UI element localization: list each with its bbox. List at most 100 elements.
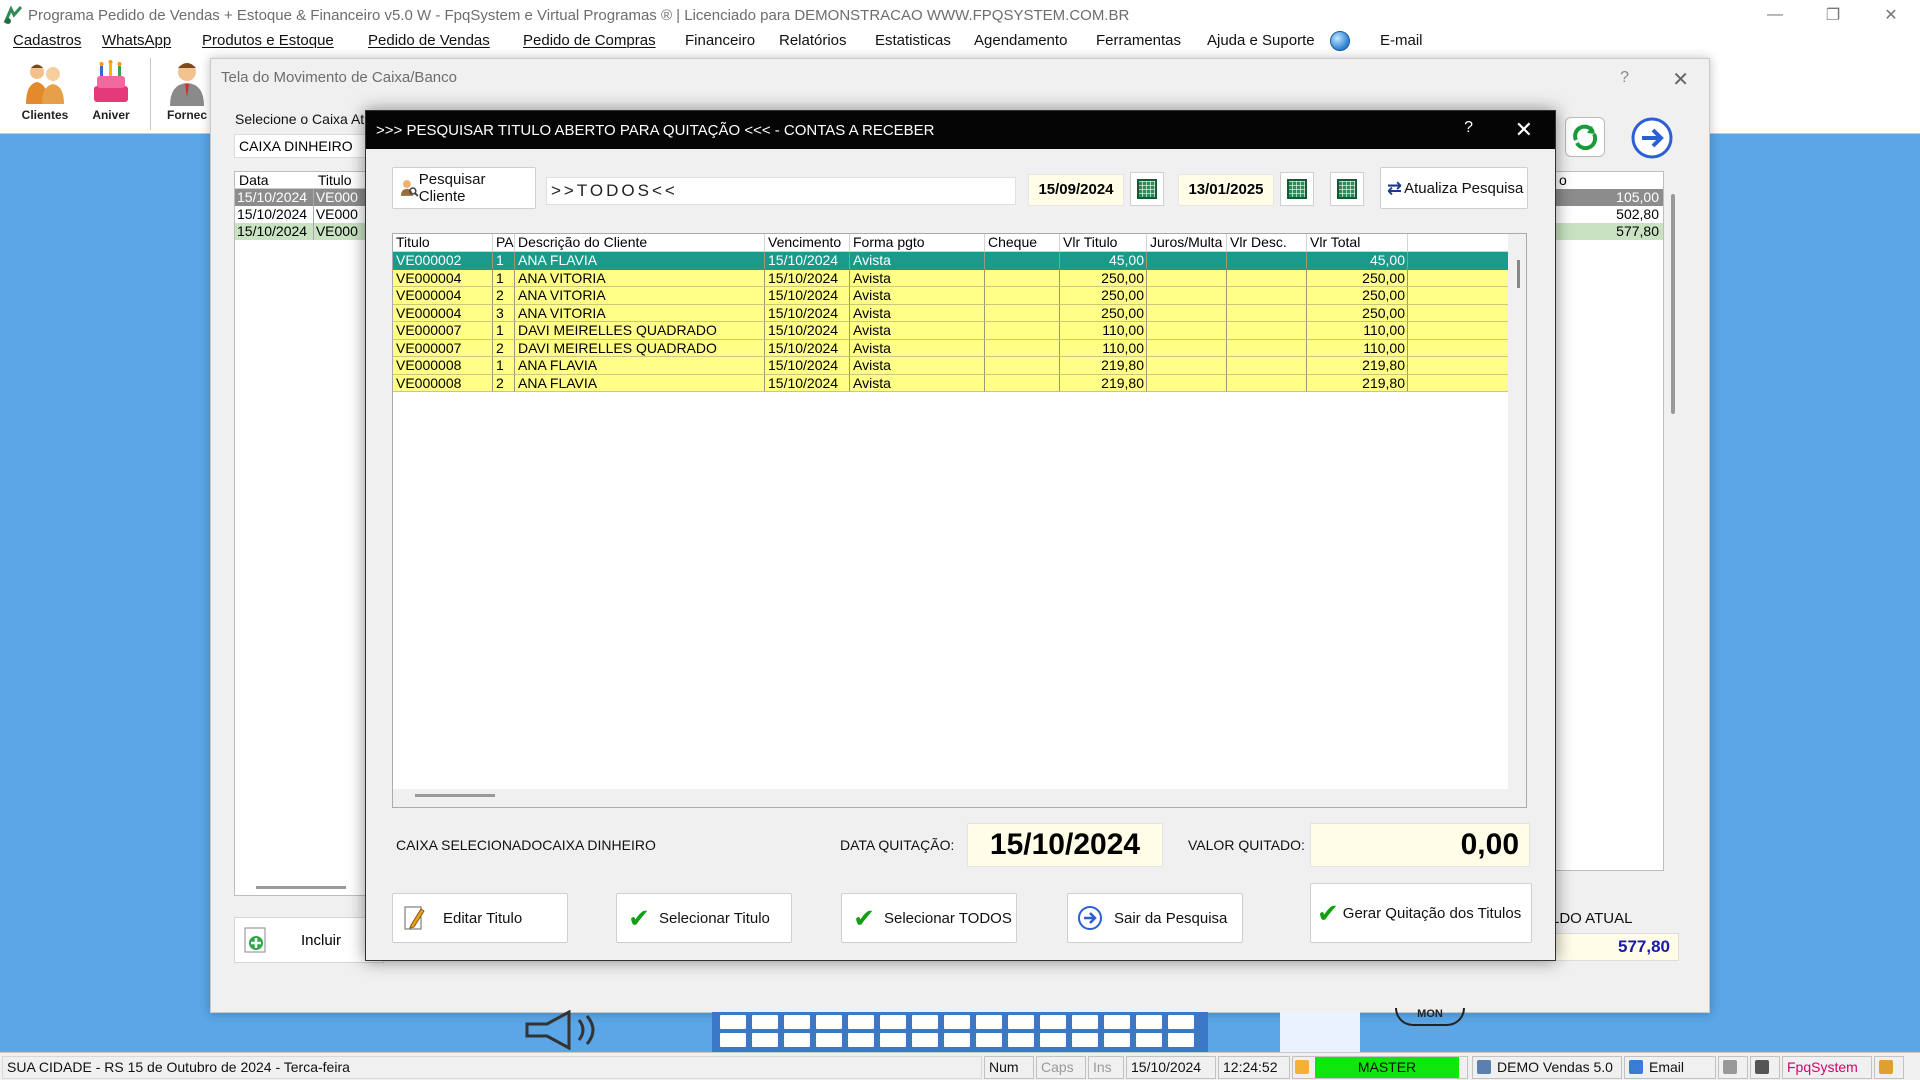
grid-vscrollbar[interactable] [1517,260,1520,288]
atualiza-pesquisa-button[interactable]: ⇄ Atualiza Pesquisa [1380,167,1528,209]
toolbar-fornec-button[interactable]: Fornec [156,58,218,130]
cell-desc [1227,287,1307,305]
table-row[interactable]: VE000007 2 DAVI MEIRELLES QUADRADO 15/10/20… [393,339,1508,357]
exit-arrow-icon [1076,904,1104,932]
table-row[interactable]: VE000002 1 ANA FLAVIA 15/10/2024 Avista 45,00… [393,252,1508,270]
caixa-row[interactable]: 15/10/2024 VE000 [235,223,373,240]
cliente-filter-field[interactable]: >>TODOS<< [546,177,1016,205]
status-email[interactable]: Email [1624,1056,1716,1079]
col-titulo[interactable]: Titulo [393,234,493,251]
caixa-hscrollbar[interactable] [256,886,346,889]
cell-filler [1408,269,1508,287]
cell-total: 219,80 [1307,374,1408,392]
toolbar-aniver-label: Aniver [92,108,130,122]
pesquisar-cliente-button[interactable]: Pesquisar Cliente [392,167,536,209]
menu-ajuda-suporte[interactable]: Ajuda e Suporte [1207,32,1315,49]
menu-pedido-compras[interactable]: Pedido de Compras [523,32,656,49]
cell-total: 45,00 [1307,252,1408,270]
menu-relatorios[interactable]: Relatórios [779,32,847,49]
caixa-row[interactable]: 15/10/2024 VE000 [235,206,373,223]
status-extra-button[interactable] [1874,1056,1904,1079]
menu-pedido-vendas[interactable]: Pedido de Vendas [368,32,490,49]
menu-ferramentas[interactable]: Ferramentas [1096,32,1181,49]
cell-vlr: 250,00 [1060,287,1147,305]
restore-button[interactable]: ❐ [1804,0,1862,30]
data-quitacao-field[interactable]: 15/10/2024 [967,823,1163,867]
caixa-vscrollbar[interactable] [1671,194,1675,414]
caixa-grid[interactable]: Data Titulo 15/10/2024 VE000 15/10/2024 … [234,171,374,896]
cell-total: 110,00 [1307,322,1408,340]
caixa-grid-values[interactable]: o 105,00 502,80 577,80 [1554,171,1664,871]
minimize-button[interactable]: — [1746,0,1804,30]
date-to-calendar-button[interactable] [1280,172,1314,206]
cell-cliente: ANA FLAVIA [515,374,765,392]
globe-icon[interactable] [1330,31,1350,51]
selecionar-titulo-button[interactable]: ✔ Selecionar Titulo [616,893,792,943]
col-juros-multa[interactable]: Juros/Multa [1147,234,1227,251]
caixa-values-header: o [1559,172,1567,188]
cell-venc: 15/10/2024 [765,304,850,322]
col-pa[interactable]: PA [493,234,515,251]
grid-vscroll-track[interactable] [1508,234,1526,807]
col-vlr-desc[interactable]: Vlr Desc. [1227,234,1307,251]
date-from-field[interactable]: 15/09/2024 [1028,174,1124,206]
caixa-close-button[interactable]: ✕ [1672,67,1689,92]
cell-juros [1147,374,1227,392]
col-vencimento[interactable]: Vencimento [765,234,850,251]
caixa-help-button[interactable]: ? [1620,69,1629,87]
close-app-button[interactable]: ✕ [1862,0,1920,30]
table-row[interactable]: VE000004 2 ANA VITORIA 15/10/2024 Avista 250,… [393,287,1508,305]
sair-pesquisa-button[interactable]: Sair da Pesquisa [1067,893,1243,943]
caixa-col-data: Data [239,172,269,188]
menu-financeiro[interactable]: Financeiro [685,32,755,49]
cell-cheque [985,374,1060,392]
valor-quitado-field[interactable]: 0,00 [1310,823,1530,867]
cell-cheque [985,322,1060,340]
status-caps: Caps [1036,1056,1086,1079]
dialog-close-button[interactable]: ✕ [1515,117,1533,143]
col-cliente[interactable]: Descrição do Cliente [515,234,765,251]
dialog-help-button[interactable]: ? [1464,119,1473,137]
titulos-grid[interactable]: Titulo PA Descrição do Cliente Venciment… [392,233,1527,808]
cell-filler [1408,339,1508,357]
date-from-calendar-button[interactable] [1130,172,1164,206]
col-vlr-titulo[interactable]: Vlr Titulo [1060,234,1147,251]
table-row[interactable]: VE000004 3 ANA VITORIA 15/10/2024 Avista 250,… [393,304,1508,322]
table-row[interactable]: VE000007 1 DAVI MEIRELLES QUADRADO 15/10/20… [393,322,1508,340]
gerar-quitacao-button[interactable]: ✔ Gerar Quitação dos Titulos [1310,883,1532,943]
menu-agendamento[interactable]: Agendamento [974,32,1067,49]
menu-cadastros[interactable]: Cadastros [13,32,81,49]
status-monitor-button[interactable] [1750,1056,1780,1079]
menu-whatsapp[interactable]: WhatsApp [102,32,171,49]
status-version: DEMO Vendas 5.0 [1472,1056,1622,1079]
toolbar-clientes-button[interactable]: Clientes [14,58,76,130]
menu-estatisticas[interactable]: Estatisticas [875,32,951,49]
col-vlr-total[interactable]: Vlr Total [1307,234,1408,251]
menu-produtos-estoque[interactable]: Produtos e Estoque [202,32,334,49]
calendar-extra-button[interactable] [1330,172,1364,206]
grid-hscroll-track[interactable] [393,789,1526,807]
incluir-button[interactable]: Incluir [234,917,384,963]
menu-email[interactable]: E-mail [1380,32,1423,49]
toolbar-aniver-button[interactable]: Aniver [80,58,142,130]
status-email-label: Email [1649,1059,1685,1075]
caixa-row-data: 15/10/2024 [235,189,314,206]
col-cheque[interactable]: Cheque [985,234,1060,251]
table-row[interactable]: VE000008 2 ANA FLAVIA 15/10/2024 Avista 219,8… [393,374,1508,392]
date-to-field[interactable]: 13/01/2025 [1178,174,1274,206]
status-num: Num [984,1056,1034,1079]
next-arrow-icon[interactable] [1631,117,1673,159]
app-title: Programa Pedido de Vendas + Estoque & Fi… [28,6,1130,24]
editar-titulo-button[interactable]: Editar Titulo [392,893,568,943]
selecionar-todos-button[interactable]: ✔ Selecionar TODOS [841,893,1017,943]
col-forma-pgto[interactable]: Forma pgto [850,234,985,251]
caixa-refresh-button[interactable] [1565,117,1605,157]
caixa-row[interactable]: 15/10/2024 VE000 [235,189,373,206]
table-row[interactable]: VE000008 1 ANA FLAVIA 15/10/2024 Avista 219,8… [393,357,1508,375]
table-row[interactable]: VE000004 1 ANA VITORIA 15/10/2024 Avista 250,… [393,269,1508,287]
status-date: 15/10/2024 [1126,1056,1216,1079]
cell-titulo: VE000004 [393,287,493,305]
status-printer-button[interactable] [1718,1056,1748,1079]
valor-quitado-label: VALOR QUITADO: [1188,837,1305,853]
grid-hscrollbar[interactable] [415,794,495,797]
